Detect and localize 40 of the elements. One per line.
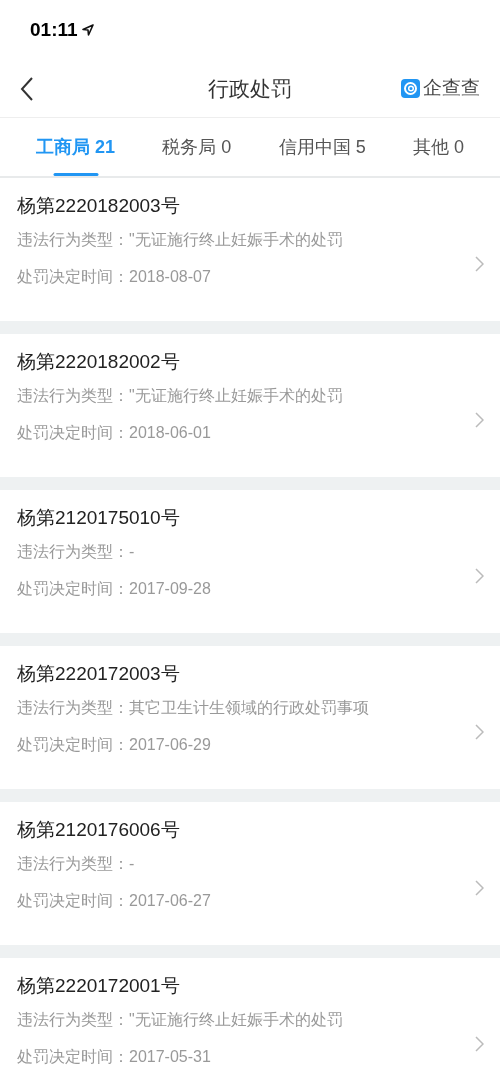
tab[interactable]: 税务局 0 <box>162 118 232 176</box>
record-title: 杨第2220182002号 <box>17 350 181 374</box>
decision-date: 处罚决定时间：2018-06-01 <box>17 423 212 443</box>
record-title: 杨第2120175010号 <box>17 506 181 530</box>
violation-type: 违法行为类型：- <box>17 854 136 874</box>
brand-logo-icon <box>401 79 420 98</box>
chevron-right-icon <box>475 567 484 584</box>
record-title: 杨第2120176006号 <box>17 818 181 842</box>
chevron-right-icon <box>475 879 484 896</box>
chevron-right-icon <box>475 1035 484 1052</box>
violation-type: 违法行为类型：其它卫生计生领域的行政处罚事项 <box>17 698 370 718</box>
page-title: 行政处罚 <box>208 75 292 102</box>
record-title: 杨第2220172001号 <box>17 974 181 998</box>
record-card[interactable]: 杨第2220182003号 违法行为类型："无证施行终止妊娠手术的处罚 处罚决定时间：2018-08-07 <box>0 178 500 321</box>
record-title: 杨第2220182003号 <box>17 194 181 218</box>
chevron-right-icon <box>475 255 484 272</box>
chevron-right-icon <box>475 411 484 428</box>
tab-underline <box>53 173 98 176</box>
back-icon <box>20 75 34 102</box>
violation-type: 违法行为类型："无证施行终止妊娠手术的处罚 <box>17 1010 344 1030</box>
brand-name: 企查查 <box>423 76 480 101</box>
record-title: 杨第2220172003号 <box>17 662 181 686</box>
record-card[interactable]: 杨第2120175010号 违法行为类型：- 处罚决定时间：2017-09-28 <box>0 490 500 633</box>
violation-type: 违法行为类型：- <box>17 542 136 562</box>
decision-date: 处罚决定时间：2017-05-31 <box>17 1047 212 1067</box>
decision-date: 处罚决定时间：2017-06-29 <box>17 735 212 755</box>
violation-type: 违法行为类型："无证施行终止妊娠手术的处罚 <box>17 386 344 406</box>
location-arrow-icon <box>81 24 94 36</box>
chevron-right-icon <box>475 723 484 740</box>
record-card[interactable]: 杨第2220172001号 违法行为类型："无证施行终止妊娠手术的处罚 处罚决定时间：2017-05-31 <box>0 958 500 1082</box>
status-time: 01:11 <box>30 17 78 42</box>
record-card[interactable]: 杨第2220182002号 违法行为类型："无证施行终止妊娠手术的处罚 处罚决定时间：2018-06-01 <box>0 334 500 477</box>
tab[interactable]: 其他 0 <box>412 118 464 176</box>
record-card[interactable]: 杨第2220172003号 违法行为类型：其它卫生计生领域的行政处罚事项 处罚决定时间：2017-06-29 <box>0 646 500 789</box>
tab[interactable]: 信用中国 5 <box>278 118 366 176</box>
decision-date: 处罚决定时间：2018-08-07 <box>17 267 212 287</box>
decision-date: 处罚决定时间：2017-06-27 <box>17 891 212 911</box>
decision-date: 处罚决定时间：2017-09-28 <box>17 579 212 599</box>
violation-type: 违法行为类型："无证施行终止妊娠手术的处罚 <box>17 230 344 250</box>
record-card[interactable]: 杨第2120176006号 违法行为类型：- 处罚决定时间：2017-06-27 <box>0 802 500 945</box>
